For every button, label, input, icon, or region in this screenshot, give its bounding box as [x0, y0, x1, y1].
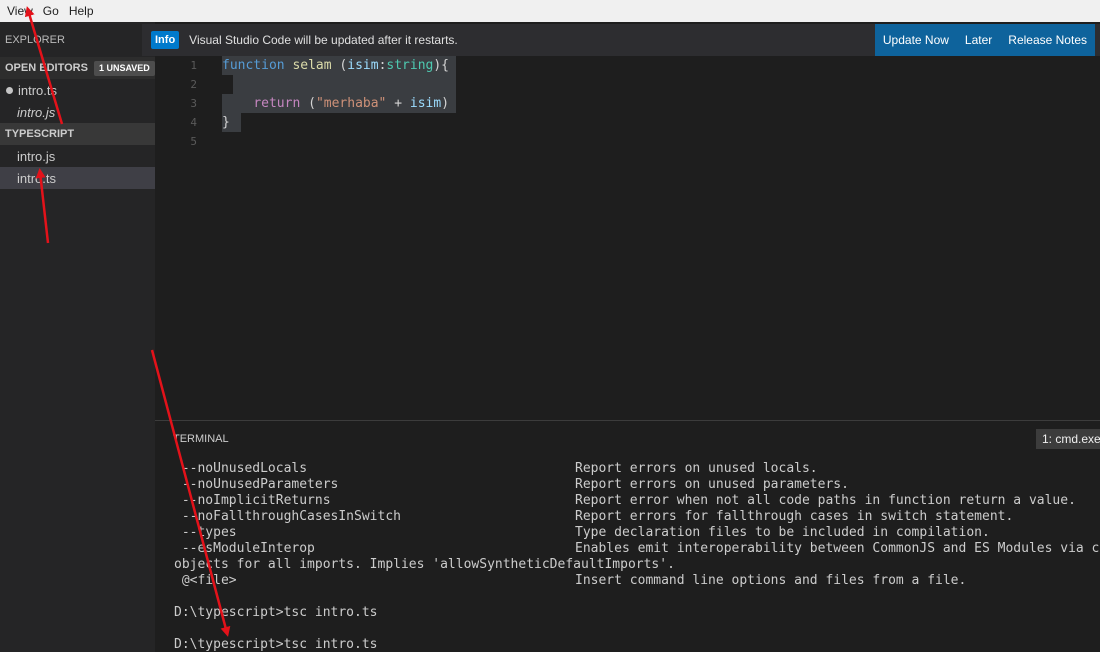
- menu-bar: View Go Help: [0, 0, 1100, 22]
- code-editor[interactable]: 1 function selam (isim:string){ 2 3 retu…: [155, 56, 1100, 420]
- terminal-line: --noFallthroughCasesInSwitch Report error…: [174, 509, 1014, 524]
- keyword: return: [253, 96, 301, 111]
- terminal-line: D:\typescript>tsc intro.ts: [174, 605, 378, 620]
- menu-go[interactable]: Go: [38, 0, 64, 22]
- later-button[interactable]: Later: [957, 24, 1000, 56]
- line-number: 5: [190, 135, 197, 148]
- open-editor-intro-js[interactable]: intro.js: [0, 101, 155, 123]
- line-number: 4: [190, 116, 197, 129]
- terminal-line: --noUnusedLocals Report errors on unused …: [174, 461, 818, 476]
- notification-actions: Update Now Later Release Notes: [874, 24, 1095, 56]
- unsaved-badge: 1 UNSAVED: [93, 60, 155, 76]
- line-number: 2: [190, 78, 197, 91]
- type: string: [386, 58, 434, 73]
- file-intro-js[interactable]: intro.js: [0, 145, 155, 167]
- typescript-folder-header[interactable]: TYPESCRIPT: [0, 123, 155, 145]
- terminal-line: --esModuleInterop Enables emit interopera…: [174, 541, 1100, 556]
- file-label: intro.js: [17, 104, 56, 120]
- code-line: 4 }: [155, 113, 1100, 132]
- keyword: function: [222, 58, 285, 73]
- explorer-title: EXPLORER: [5, 34, 65, 46]
- param: isim: [409, 96, 442, 111]
- param: isim: [347, 58, 379, 73]
- notification-message: Visual Studio Code will be updated after…: [189, 33, 458, 47]
- file-label: intro.ts: [17, 170, 57, 186]
- terminal-line: @<file> Insert command line options and f…: [174, 573, 967, 588]
- terminal-line: objects for all imports. Implies 'allowS…: [174, 557, 675, 572]
- menu-help[interactable]: Help: [64, 0, 99, 22]
- terminal-select[interactable]: 1: cmd.exe: [1036, 429, 1100, 449]
- terminal-line: --types Type declaration files to be incl…: [174, 525, 990, 540]
- code-line: 5: [155, 132, 1100, 151]
- panel-title[interactable]: TERMINAL: [173, 433, 229, 445]
- update-now-button[interactable]: Update Now: [875, 24, 957, 56]
- line-number: 1: [190, 59, 197, 72]
- explorer-sidebar: EXPLORER OPEN EDITORS 1 UNSAVED intro.ts…: [0, 22, 155, 652]
- info-tag: Info: [151, 31, 180, 49]
- terminal-line: D:\typescript>tsc intro.ts: [174, 637, 378, 652]
- unsaved-dot-icon: [6, 86, 13, 94]
- terminal-line: --noUnusedParameters Report errors on unu…: [174, 477, 849, 492]
- open-editors-header[interactable]: OPEN EDITORS 1 UNSAVED: [0, 57, 155, 79]
- open-editor-intro-ts[interactable]: intro.ts: [0, 79, 155, 101]
- terminal-line: --noImplicitReturns Report error when not…: [174, 493, 1076, 508]
- code-line: 2: [155, 75, 1100, 94]
- code-line: 1 function selam (isim:string){: [155, 56, 1100, 75]
- update-notification: Info Visual Studio Code will be updated …: [142, 24, 1100, 56]
- code-line: 3 return ("merhaba" + isim): [155, 94, 1100, 113]
- file-label: intro.js: [17, 148, 56, 164]
- release-notes-button[interactable]: Release Notes: [1000, 24, 1095, 56]
- file-label: intro.ts: [18, 82, 58, 98]
- terminal-panel: TERMINAL 1: cmd.exe --noUnusedLocals Repo…: [155, 420, 1100, 652]
- menu-view[interactable]: View: [2, 0, 38, 22]
- open-editors-label: OPEN EDITORS: [5, 62, 88, 74]
- string: "merhaba": [315, 96, 387, 111]
- terminal-output[interactable]: --noUnusedLocals Report errors on unused …: [174, 461, 1100, 652]
- function-name: selam: [292, 58, 332, 73]
- file-intro-ts[interactable]: intro.ts: [0, 167, 155, 189]
- line-number: 3: [190, 97, 197, 110]
